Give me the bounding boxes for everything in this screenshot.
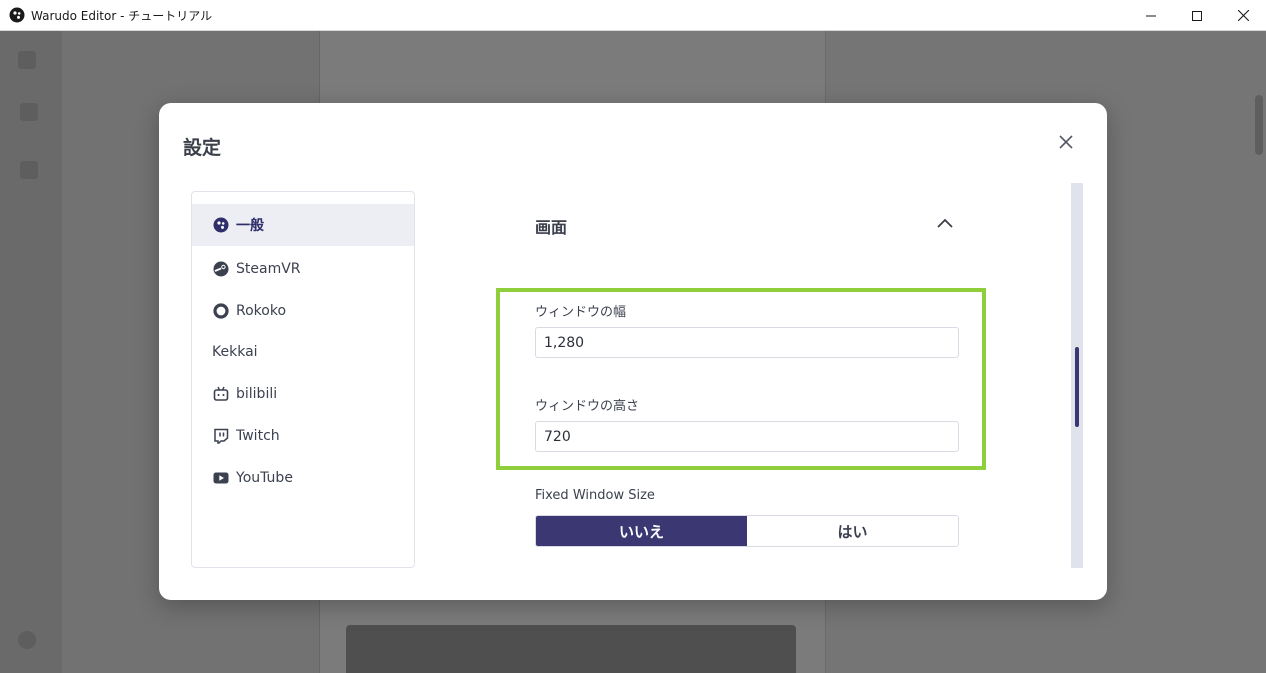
- fixed-size-label: Fixed Window Size: [535, 488, 655, 503]
- nav-label: Rokoko: [236, 303, 287, 319]
- background-scrollbar: [1255, 95, 1263, 155]
- minimize-icon: [1146, 15, 1156, 16]
- close-icon: [1237, 10, 1249, 21]
- bilibili-icon: [212, 385, 230, 403]
- close-window-button[interactable]: [1220, 0, 1266, 31]
- nav-label: bilibili: [236, 386, 278, 402]
- warudo-app-icon: [9, 7, 25, 23]
- background-button: [346, 625, 796, 673]
- title-bar: Warudo Editor - チュートリアル: [0, 0, 1266, 31]
- twitch-icon: [212, 427, 230, 445]
- toggle-no-button[interactable]: いいえ: [536, 516, 747, 546]
- dialog-title: 設定: [183, 137, 222, 159]
- nav-item-twitch[interactable]: Twitch: [192, 415, 414, 457]
- close-icon: [1059, 135, 1073, 149]
- nav-item-youtube[interactable]: YouTube: [192, 457, 414, 499]
- window-height-label: ウィンドウの高さ: [535, 399, 640, 414]
- window-width-input[interactable]: 1,280: [535, 327, 959, 358]
- nav-label: Kekkai: [212, 344, 258, 360]
- nav-label: 一般: [236, 218, 264, 234]
- rokoko-icon: [212, 302, 230, 320]
- content-scrollbar-thumb[interactable]: [1075, 347, 1079, 427]
- youtube-icon: [212, 469, 230, 487]
- background-icon: [20, 161, 38, 179]
- nav-label: SteamVR: [236, 261, 301, 277]
- fixed-size-toggle: いいえ はい: [535, 515, 959, 547]
- nav-label: YouTube: [236, 470, 293, 486]
- background-icon: [20, 103, 38, 121]
- nav-item-general[interactable]: 一般: [192, 204, 414, 246]
- steam-icon: [212, 260, 230, 278]
- nav-item-rokoko[interactable]: Rokoko: [192, 290, 414, 332]
- settings-dialog: 設定 一般 SteamVR Rokoko Kekkai bilibili Twi…: [159, 103, 1107, 600]
- window-title: Warudo Editor - チュートリアル: [31, 8, 213, 23]
- nav-item-kekkai[interactable]: Kekkai: [192, 331, 414, 373]
- settings-content: 画面 ウィンドウの幅 1,280 ウィンドウの高さ 720 Fixed Wind…: [415, 183, 1071, 571]
- maximize-button[interactable]: [1174, 0, 1220, 31]
- window-width-label: ウィンドウの幅: [535, 305, 627, 320]
- warudo-logo-icon: [212, 216, 230, 234]
- toggle-yes-button[interactable]: はい: [747, 516, 958, 546]
- window-height-input[interactable]: 720: [535, 421, 959, 452]
- background-icon: [18, 631, 36, 649]
- section-title: 画面: [535, 218, 568, 237]
- minimize-button[interactable]: [1128, 0, 1174, 31]
- background-rail: [0, 31, 62, 673]
- settings-nav: 一般 SteamVR Rokoko Kekkai bilibili Twitch…: [191, 191, 415, 568]
- nav-label: Twitch: [236, 428, 280, 444]
- chevron-up-icon[interactable]: [935, 213, 955, 233]
- maximize-icon: [1192, 10, 1202, 21]
- nav-item-steamvr[interactable]: SteamVR: [192, 248, 414, 290]
- background-icon: [18, 51, 36, 69]
- dialog-close-button[interactable]: [1055, 131, 1077, 153]
- nav-item-bilibili[interactable]: bilibili: [192, 373, 414, 415]
